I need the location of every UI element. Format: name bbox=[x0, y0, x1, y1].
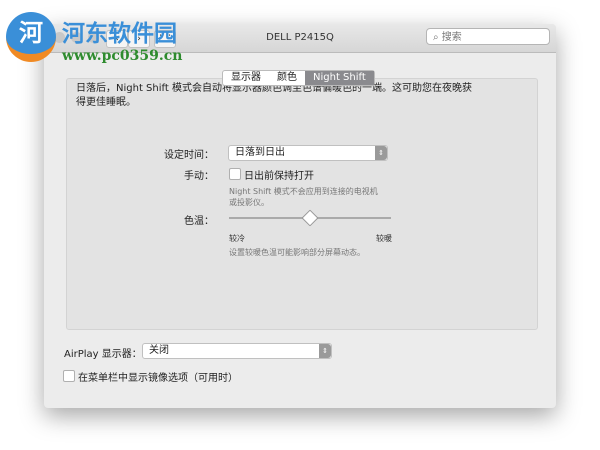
night-shift-description: 日落后，Night Shift 模式会自动将显示器颜色调至色谱偏暖色的一端。这可… bbox=[76, 83, 472, 108]
temperature-label: 色温： bbox=[184, 216, 214, 227]
temp-less-warm-label: 较冷 bbox=[229, 234, 245, 243]
airplay-label: AirPlay 显示器： bbox=[64, 349, 142, 360]
tab-night-shift[interactable]: Night Shift bbox=[305, 71, 374, 85]
mirror-option-label: 在菜单栏中显示镜像选项（可用时） bbox=[78, 373, 238, 384]
schedule-select[interactable]: 日落到日出 ⇕ bbox=[228, 145, 388, 161]
airplay-select[interactable]: 关闭 ⇕ bbox=[142, 343, 332, 359]
search-icon: ⌕ bbox=[433, 32, 442, 43]
manual-checkbox[interactable] bbox=[229, 168, 241, 180]
manual-checkbox-label: 日出前保持打开 bbox=[244, 171, 314, 182]
tv-note-line1: Night Shift 模式不会应用到连接的电视机 bbox=[229, 187, 378, 196]
airplay-value: 关闭 bbox=[149, 345, 169, 356]
stepper-icon: ⇕ bbox=[319, 344, 331, 358]
watermark-logo-icon: 河 bbox=[6, 12, 56, 62]
mirror-option-checkbox[interactable] bbox=[63, 370, 75, 382]
watermark-name: 河东软件园 bbox=[62, 20, 177, 47]
tab-color[interactable]: 颜色 bbox=[269, 71, 305, 85]
search-input[interactable]: ⌕ 搜索 bbox=[426, 28, 550, 45]
schedule-label: 设定时间： bbox=[164, 150, 214, 161]
manual-label: 手动： bbox=[184, 171, 214, 182]
temperature-note: 设置较暖色温可能影响部分屏幕动态。 bbox=[229, 248, 365, 257]
night-shift-panel bbox=[66, 78, 538, 330]
stepper-icon: ⇕ bbox=[375, 146, 387, 160]
watermark-url: www.pc0359.cn bbox=[62, 48, 183, 64]
schedule-value: 日落到日出 bbox=[235, 147, 285, 158]
search-placeholder: 搜索 bbox=[441, 32, 462, 43]
tv-note-line2: 或投影仪。 bbox=[229, 198, 269, 207]
tab-bar: 显示器 颜色 Night Shift bbox=[222, 70, 375, 86]
temp-more-warm-label: 较暖 bbox=[376, 234, 392, 243]
tab-display[interactable]: 显示器 bbox=[223, 71, 269, 85]
